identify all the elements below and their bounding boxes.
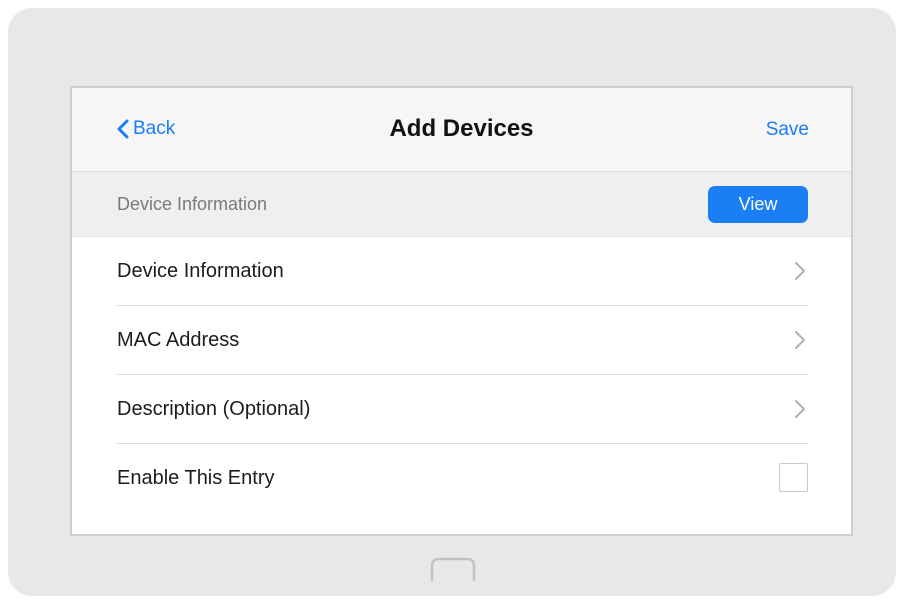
- row-label: Device Information: [117, 260, 284, 282]
- list-item-enable-entry: Enable This Entry: [116, 444, 808, 513]
- list-item-device-information[interactable]: Device Information: [116, 237, 808, 306]
- chevron-right-icon: [795, 400, 805, 418]
- enable-entry-checkbox[interactable]: [779, 463, 808, 492]
- page-title: Add Devices: [389, 115, 534, 142]
- navigation-bar: Back Add Devices Save: [72, 88, 851, 172]
- home-button-icon[interactable]: [429, 556, 477, 582]
- app-screen: Back Add Devices Save Device Information…: [70, 86, 853, 536]
- list-item-description[interactable]: Description (Optional): [116, 375, 808, 444]
- row-label: Enable This Entry: [117, 467, 275, 489]
- section-header: Device Information View: [72, 172, 851, 237]
- settings-list: Device Information MAC Address Descripti…: [72, 237, 851, 513]
- row-label: Description (Optional): [117, 398, 311, 420]
- list-item-mac-address[interactable]: MAC Address: [116, 306, 808, 375]
- save-button[interactable]: Save: [766, 119, 809, 141]
- chevron-right-icon: [795, 331, 805, 349]
- row-label: MAC Address: [117, 329, 240, 351]
- chevron-right-icon: [795, 262, 805, 280]
- view-button[interactable]: View: [708, 186, 808, 223]
- section-title: Device Information: [117, 194, 268, 214]
